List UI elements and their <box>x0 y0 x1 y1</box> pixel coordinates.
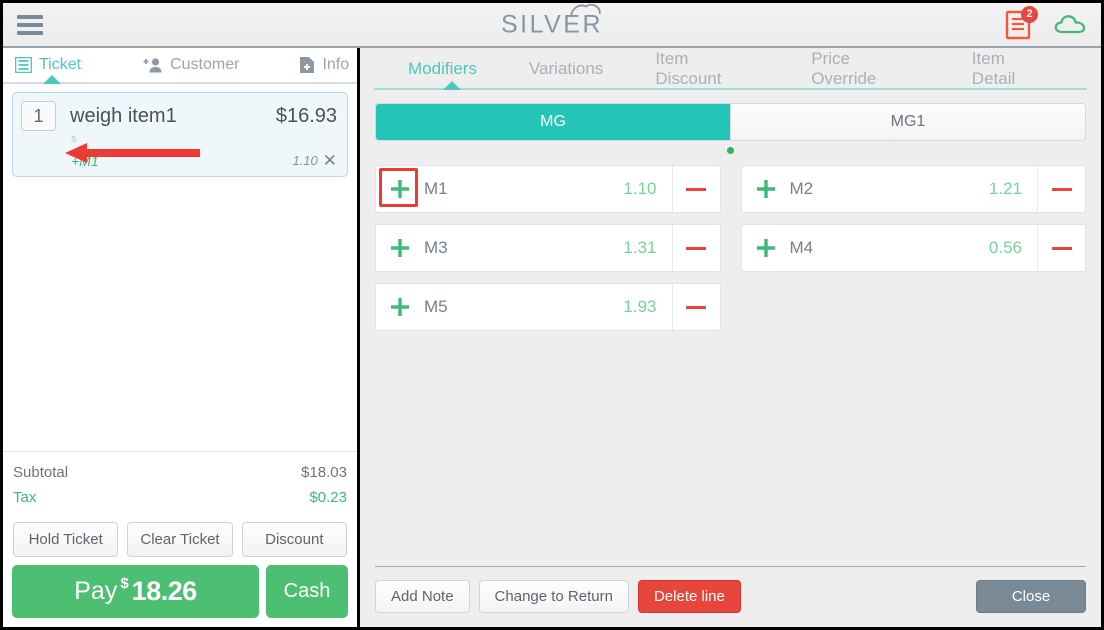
tab-info[interactable]: Info <box>299 48 349 82</box>
payment-buttons: Pay $ 18.26 Cash <box>3 565 357 627</box>
quantity-box[interactable]: 1 <box>21 101 56 131</box>
ticket-line-item-main: 1 weigh item1 $16.93 <box>21 101 337 131</box>
hamburger-bar <box>17 22 43 27</box>
modifier-group-toggle: MG MG1 <box>375 103 1086 141</box>
active-detail-tab-indicator <box>443 81 461 90</box>
ticket-totals: Subtotal $18.03 Tax $0.23 <box>3 451 357 512</box>
modifier-item-m3[interactable]: M3 1.31 <box>375 224 721 272</box>
clear-ticket-button[interactable]: Clear Ticket <box>127 522 233 557</box>
item-modifier-row: +M1 1.10 ✕ <box>71 152 337 169</box>
modifier-price: 1.10 <box>623 179 657 198</box>
ticket-panel-tabs: Ticket Customer Info <box>3 48 357 84</box>
document-plus-icon <box>300 57 315 73</box>
tax-row: Tax $0.23 <box>13 485 347 510</box>
remove-modifier-minus-icon[interactable] <box>1037 166 1085 212</box>
modifier-item-m1[interactable]: M1 1.10 <box>375 165 721 213</box>
modifier-group-mg1[interactable]: MG1 <box>730 104 1085 140</box>
cash-button[interactable]: Cash <box>266 565 348 618</box>
modifier-item-m2[interactable]: M2 1.21 <box>740 165 1086 213</box>
discount-button[interactable]: Discount <box>241 522 347 557</box>
list-icon <box>15 57 32 73</box>
add-note-button[interactable]: Add Note <box>375 580 470 613</box>
ticket-action-buttons: Hold Ticket Clear Ticket Discount <box>3 512 357 565</box>
modifier-name: M1 <box>424 179 448 198</box>
ticket-line-item[interactable]: 1 weigh item1 $16.93 s +M1 1.10 ✕ <box>12 92 348 177</box>
add-modifier-plus-icon[interactable] <box>742 178 790 200</box>
hamburger-bar <box>17 14 43 19</box>
modifier-item-m5[interactable]: M5 1.93 <box>375 283 721 331</box>
tab-ticket[interactable]: Ticket <box>15 48 82 84</box>
modifier-price: 1.93 <box>623 297 657 316</box>
pay-button-label: Pay <box>74 577 118 605</box>
delete-line-button[interactable]: Delete line <box>637 580 741 613</box>
pos-app-window: SILVER 2 Ticket Customer Info 1 weigh it… <box>0 0 1104 630</box>
cloud-sync-icon[interactable] <box>1053 13 1087 37</box>
pay-button[interactable]: Pay $ 18.26 <box>12 565 259 618</box>
receipt-count-badge: 2 <box>1021 5 1038 23</box>
pay-currency-symbol: $ <box>120 575 129 592</box>
app-header: SILVER 2 <box>3 3 1101 48</box>
tab-item-discount[interactable]: Item Discount <box>629 49 785 89</box>
subtotal-value: $18.03 <box>301 464 347 481</box>
item-name: weigh item1 <box>70 104 177 127</box>
hamburger-menu-icon[interactable] <box>17 14 43 35</box>
tab-variations[interactable]: Variations <box>503 59 629 79</box>
page-dot-active[interactable] <box>727 147 734 154</box>
add-modifier-plus-icon[interactable] <box>742 237 790 259</box>
active-tab-indicator <box>43 75 61 84</box>
hold-ticket-button[interactable]: Hold Ticket <box>13 522 119 557</box>
modifier-name: M5 <box>424 297 448 316</box>
logo-cloud-icon <box>570 3 601 17</box>
tab-modifiers[interactable]: Modifiers <box>382 59 503 79</box>
modifier-price: 0.56 <box>988 238 1022 257</box>
detail-panel-tabs: Modifiers Variations Item Discount Price… <box>360 48 1101 90</box>
modifier-grid: M1 1.10 M2 1.21 M3 1.31 M4 0.56 M5 1.93 <box>360 162 1101 566</box>
ticket-panel: Ticket Customer Info 1 weigh item1 $16.9… <box>3 48 360 627</box>
remove-modifier-minus-icon[interactable] <box>1037 225 1085 271</box>
hamburger-bar <box>17 30 43 35</box>
modifier-name: M3 <box>424 238 448 257</box>
tab-customer[interactable]: Customer <box>143 48 239 82</box>
item-modifier-price: 1.10 <box>292 153 318 168</box>
tab-customer-label: Customer <box>170 56 240 73</box>
detail-panel: Modifiers Variations Item Discount Price… <box>360 48 1101 627</box>
modifier-price: 1.31 <box>623 238 657 257</box>
remove-modifier-minus-icon[interactable] <box>671 225 720 271</box>
tab-ticket-label: Ticket <box>39 56 82 73</box>
item-price: $16.93 <box>275 104 337 127</box>
modifier-group-mg[interactable]: MG <box>376 104 730 140</box>
change-to-return-button[interactable]: Change to Return <box>478 580 629 613</box>
subtotal-row: Subtotal $18.03 <box>13 460 347 485</box>
add-modifier-plus-icon[interactable] <box>376 296 424 318</box>
tab-info-label: Info <box>322 56 350 73</box>
tab-item-detail[interactable]: Item Detail <box>946 49 1079 89</box>
add-modifier-plus-icon[interactable] <box>376 178 424 200</box>
modifier-name: M2 <box>789 179 814 198</box>
header-actions: 2 <box>1005 5 1087 40</box>
tab-price-override[interactable]: Price Override <box>785 49 946 89</box>
add-modifier-plus-icon[interactable] <box>376 237 424 259</box>
item-modifier-name: +M1 <box>71 152 99 169</box>
modifier-price: 1.21 <box>988 179 1022 198</box>
modifier-item-m4[interactable]: M4 0.56 <box>740 224 1086 272</box>
close-button[interactable]: Close <box>976 580 1086 613</box>
page-indicator <box>360 141 1101 162</box>
item-sub-label: s <box>71 133 77 145</box>
app-body: Ticket Customer Info 1 weigh item1 $16.9… <box>3 48 1101 627</box>
tax-label: Tax <box>13 489 37 506</box>
add-person-icon <box>143 58 162 73</box>
receipt-icon[interactable]: 2 <box>1005 5 1038 40</box>
tax-value: $0.23 <box>309 489 347 506</box>
remove-modifier-minus-icon[interactable] <box>671 284 720 330</box>
app-logo: SILVER <box>501 3 603 39</box>
tabs-underline <box>374 88 1087 90</box>
ticket-items-list: 1 weigh item1 $16.93 s +M1 1.10 ✕ <box>3 84 357 451</box>
pay-amount: 18.26 <box>131 576 198 606</box>
remove-modifier-minus-icon[interactable] <box>671 166 720 212</box>
remove-modifier-close-icon[interactable]: ✕ <box>323 152 337 169</box>
modifier-name: M4 <box>789 238 814 257</box>
detail-panel-footer: Add Note Change to Return Delete line Cl… <box>375 566 1086 627</box>
subtotal-label: Subtotal <box>13 464 69 481</box>
